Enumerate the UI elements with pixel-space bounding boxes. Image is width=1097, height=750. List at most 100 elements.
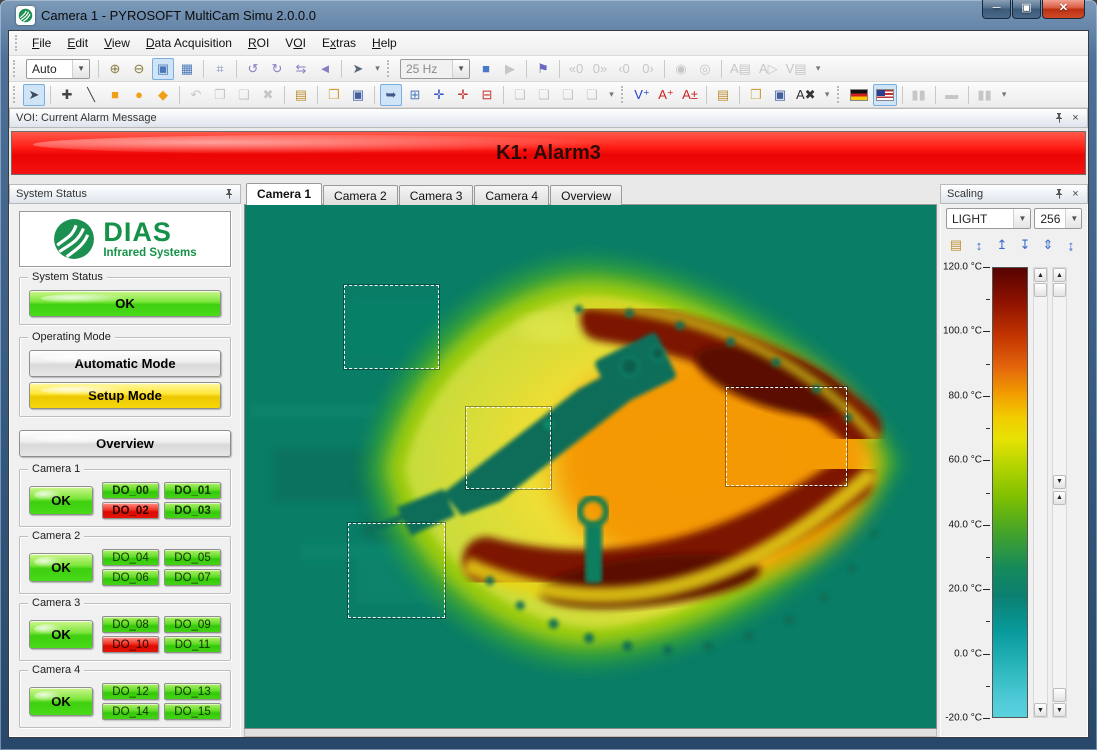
toolbar-overflow-icon[interactable]: ▾ — [998, 84, 1011, 106]
pin-icon[interactable] — [1051, 187, 1066, 201]
close-panel-icon[interactable]: × — [1068, 187, 1083, 201]
tab-camera-4[interactable]: Camera 4 — [474, 185, 549, 205]
digital-output-do_04[interactable]: DO_04 — [102, 549, 159, 566]
menu-voi[interactable]: VOI — [277, 33, 314, 53]
roi-rectangle-4[interactable] — [348, 523, 445, 618]
framerate-combo[interactable]: 25 Hz▼ — [400, 59, 470, 79]
flip-vertical-icon[interactable]: ◄ — [314, 58, 336, 80]
draw-rectangle-icon[interactable]: ■ — [104, 84, 126, 106]
system-status-ok-button[interactable]: OK — [29, 290, 221, 317]
flip-horizontal-icon[interactable]: ⇆ — [290, 58, 312, 80]
menu-view[interactable]: View — [96, 33, 138, 53]
record-memory-icon[interactable]: ◎ — [694, 58, 716, 80]
record-file-icon[interactable]: ◉ — [670, 58, 692, 80]
roi-rectangle-3[interactable] — [726, 387, 847, 486]
automatic-mode-button[interactable]: Automatic Mode — [29, 350, 221, 377]
german-flag-icon[interactable] — [847, 84, 871, 106]
layout-grid-icon[interactable]: ▮▮ — [974, 84, 996, 106]
digital-output-do_08[interactable]: DO_08 — [102, 616, 159, 633]
rotate-right-icon[interactable]: ↻ — [266, 58, 288, 80]
digital-output-do_09[interactable]: DO_09 — [164, 616, 221, 633]
group-split-icon[interactable]: ❑ — [581, 84, 603, 106]
digital-output-do_01[interactable]: DO_01 — [164, 482, 221, 499]
menu-extras[interactable]: Extras — [314, 33, 364, 53]
alarm-add-remove-icon[interactable]: A± — [679, 84, 701, 106]
overview-button[interactable]: Overview — [19, 430, 231, 457]
group-merge-icon[interactable]: ❑ — [557, 84, 579, 106]
digital-output-do_11[interactable]: DO_11 — [164, 636, 221, 653]
skip-last-icon[interactable]: 0» — [589, 58, 611, 80]
save-voi-ascii-icon[interactable]: V▤ — [783, 58, 810, 80]
select-arrow-icon[interactable]: ➤ — [23, 84, 45, 106]
pin-icon[interactable] — [1051, 111, 1066, 125]
draw-polygon-icon[interactable]: ◆ — [152, 84, 174, 106]
copy-ascii-icon[interactable]: A▷ — [756, 58, 781, 80]
palette-properties-icon[interactable]: ▤ — [946, 235, 966, 255]
scroll-down-icon[interactable]: ▼ — [1034, 703, 1047, 717]
fit-to-window-icon[interactable]: ▣ — [152, 58, 174, 80]
step-forward-icon[interactable]: 0› — [637, 58, 659, 80]
toolbar-grip[interactable] — [387, 60, 392, 78]
scroll-down-icon[interactable]: ▼ — [1053, 475, 1066, 489]
scrollbar-thumb[interactable] — [1053, 688, 1066, 702]
menu-file[interactable]: File — [24, 33, 59, 53]
lower-limit-scrollbar[interactable]: ▲ ▼ ▲ ▼ — [1052, 267, 1067, 718]
play-icon[interactable]: ▶ — [499, 58, 521, 80]
range-auto-icon[interactable]: ⇕ — [1038, 235, 1058, 255]
draw-line-icon[interactable]: ╲ — [80, 84, 102, 106]
toolbar-grip[interactable] — [13, 86, 18, 104]
scroll-up-icon[interactable]: ▲ — [1053, 491, 1066, 505]
grid-icon[interactable]: ⌗ — [209, 58, 231, 80]
alarm-add-icon[interactable]: A⁺ — [655, 84, 677, 106]
upper-limit-scrollbar[interactable]: ▲ ▼ — [1033, 267, 1048, 718]
roi-rectangle-1[interactable] — [344, 285, 439, 370]
thermal-image-view[interactable] — [244, 205, 937, 729]
roi-add-down-icon[interactable]: ✛ — [452, 84, 474, 106]
scrollbar-thumb[interactable] — [1034, 283, 1047, 297]
digital-output-do_02[interactable]: DO_02 — [102, 502, 159, 519]
voi-delete-icon[interactable]: A✖ — [793, 84, 819, 106]
camera-3-status-button[interactable]: OK — [29, 620, 93, 649]
camera-2-status-button[interactable]: OK — [29, 553, 93, 582]
tab-camera-2[interactable]: Camera 2 — [323, 185, 398, 205]
draw-point-icon[interactable]: ✚ — [56, 84, 78, 106]
digital-output-do_07[interactable]: DO_07 — [164, 569, 221, 586]
camera-4-status-button[interactable]: OK — [29, 687, 93, 716]
digital-output-do_00[interactable]: DO_00 — [102, 482, 159, 499]
digital-output-do_14[interactable]: DO_14 — [102, 703, 159, 720]
layout-vertical-icon[interactable]: ▮▮ — [908, 84, 930, 106]
zoom-in-icon[interactable]: ⊕ — [104, 58, 126, 80]
rotate-left-icon[interactable]: ↺ — [242, 58, 264, 80]
title-bar[interactable]: Camera 1 - PYROSOFT MultiCam Simu 2.0.0.… — [8, 0, 1089, 30]
camera-1-status-button[interactable]: OK — [29, 486, 93, 515]
open-voi-icon[interactable]: ❒ — [745, 84, 767, 106]
tab-camera-3[interactable]: Camera 3 — [399, 185, 474, 205]
toolbar-overflow-icon[interactable]: ▾ — [605, 84, 618, 106]
roi-add-alarm-icon[interactable]: ⊟ — [476, 84, 498, 106]
image-scrollbar-strip[interactable] — [244, 729, 937, 737]
full-image-icon[interactable]: ▦ — [176, 58, 198, 80]
setup-mode-button[interactable]: Setup Mode — [29, 382, 221, 409]
scroll-up-icon[interactable]: ▲ — [1053, 268, 1066, 282]
roi-rectangle-2[interactable] — [466, 407, 551, 489]
save-voi-icon[interactable]: ▣ — [769, 84, 791, 106]
group-front-icon[interactable]: ❑ — [509, 84, 531, 106]
digital-output-do_05[interactable]: DO_05 — [164, 549, 221, 566]
digital-output-do_12[interactable]: DO_12 — [102, 683, 159, 700]
toolbar-overflow-icon[interactable]: ▾ — [371, 58, 384, 80]
roi-properties-icon[interactable]: ▤ — [290, 84, 312, 106]
digital-output-do_06[interactable]: DO_06 — [102, 569, 159, 586]
zoom-mode-combo[interactable]: Auto▼ — [26, 59, 90, 79]
menu-help[interactable]: Help — [364, 33, 405, 53]
copy-roi-icon[interactable]: ❐ — [209, 84, 231, 106]
scroll-up-icon[interactable]: ▲ — [1034, 268, 1047, 282]
delete-roi-icon[interactable]: ✖ — [257, 84, 279, 106]
draw-ellipse-icon[interactable]: ● — [128, 84, 150, 106]
step-back-icon[interactable]: ‹0 — [613, 58, 635, 80]
roi-select-mode-icon[interactable]: ➥ — [380, 84, 402, 106]
scrollbar-thumb[interactable] — [1053, 283, 1066, 297]
range-shift-up-icon[interactable]: ↥ — [992, 235, 1012, 255]
paste-roi-icon[interactable]: ❏ — [233, 84, 255, 106]
roi-add-label-icon[interactable]: ⊞ — [404, 84, 426, 106]
stop-icon[interactable]: ■ — [475, 58, 497, 80]
